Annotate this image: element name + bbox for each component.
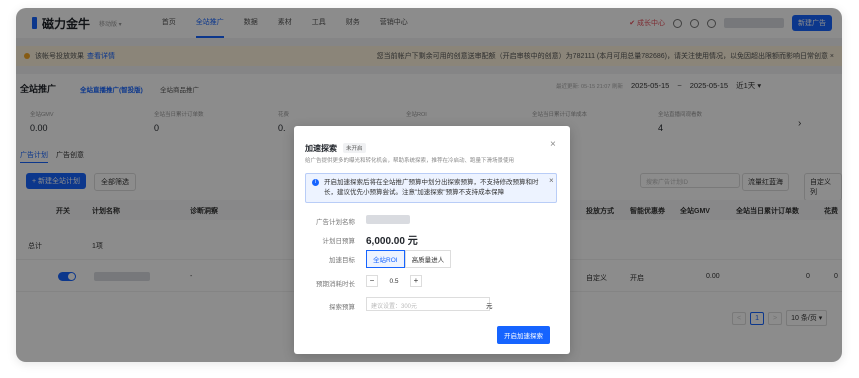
minus-icon[interactable]: − — [366, 275, 378, 287]
target-segmented: 全站ROI 高质量进人 — [366, 250, 452, 268]
page: 磁力金牛 移动版 ▾ 首页 全站推广 数据 素材 工具 财务 营销中心 ✔ 成长… — [16, 8, 842, 362]
dialog-subtitle: 给广告提供更多的曝光和转化机会，帮助系统探索，推荐在冷启动、跑量下滑场景使用 — [305, 158, 515, 164]
duration-stepper: − 0.5 + — [366, 275, 422, 287]
start-explore-button[interactable]: 开启加速探索 — [497, 326, 550, 344]
daily-budget-label: 计划日预算 — [322, 238, 356, 245]
explore-budget-unit: 元 — [486, 303, 493, 310]
daily-budget-value: 6,000.00 元 — [366, 236, 418, 247]
close-icon[interactable]: × — [550, 139, 556, 150]
target-label: 加速目标 — [329, 257, 355, 264]
status-badge: 未开启 — [343, 143, 366, 153]
plus-icon[interactable]: + — [410, 275, 422, 287]
duration-value[interactable]: 0.5 — [384, 278, 404, 285]
alert-close-icon[interactable]: × — [549, 176, 554, 186]
info-alert: i 开启加速探索后将在全站推广预算中划分出探索预算，不支持修改预算和时长，建议优… — [305, 173, 557, 203]
plan-name-label: 广告计划名称 — [316, 219, 355, 226]
info-text: 开启加速探索后将在全站推广预算中划分出探索预算，不支持修改预算和时长，建议优先小… — [324, 179, 539, 196]
explore-budget-input[interactable]: 建议设置：300元 — [366, 297, 490, 311]
app-window: 磁力金牛 移动版 ▾ 首页 全站推广 数据 素材 工具 财务 营销中心 ✔ 成长… — [16, 8, 842, 362]
info-icon: i — [312, 179, 319, 186]
accelerate-explore-dialog: 加速探索 未开启 × 给广告提供更多的曝光和转化机会，帮助系统探索，推荐在冷启动… — [294, 126, 570, 354]
target-option-roi[interactable]: 全站ROI — [366, 250, 405, 268]
explore-budget-label: 探索预算 — [329, 304, 355, 311]
dialog-title: 加速探索 — [305, 144, 337, 153]
plan-name-value-blurred — [366, 215, 410, 224]
duration-label: 预期消耗时长 — [316, 281, 355, 288]
target-option-quality[interactable]: 高质量进人 — [404, 250, 452, 268]
